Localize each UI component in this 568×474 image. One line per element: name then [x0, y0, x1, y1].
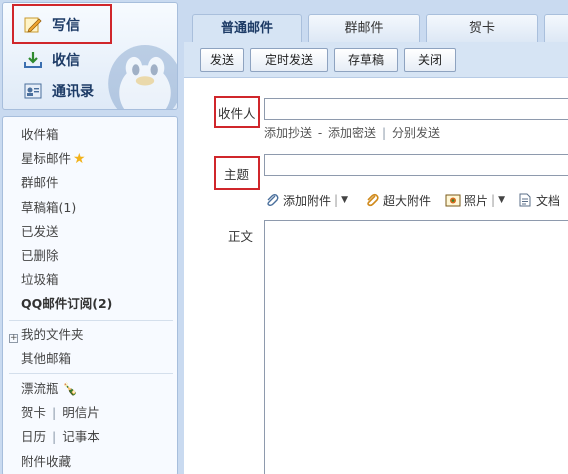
folder-list: 收件箱 星标邮件 ★ 群邮件 草稿箱(1) 已发送 已删除 垃圾箱 QQ邮件订阅(… — [21, 123, 112, 317]
address-book-icon — [23, 82, 43, 100]
large-attachment-button[interactable]: 超大附件 — [364, 192, 431, 209]
calendar-row: 日历 | 记事本 — [21, 429, 100, 445]
calendar-link[interactable]: 日历 — [21, 429, 46, 444]
save-draft-button[interactable]: 存草稿 — [334, 48, 398, 72]
postcard-link[interactable]: 明信片 — [62, 405, 100, 420]
tab-bar: 普通邮件 群邮件 贺卡 — [184, 0, 568, 42]
tab-more[interactable] — [544, 14, 568, 42]
photo-icon — [445, 194, 461, 207]
tools-list: 漂流瓶 🍾 贺卡 | 明信片 日历 | 记事本 附件收藏 — [9, 377, 100, 474]
large-paperclip-icon — [367, 193, 379, 207]
attachment-toolbar: 添加附件 | ▼ 超大附件 照片 | ▼ 文档 — [264, 190, 560, 210]
expand-plus-icon[interactable]: + — [9, 334, 18, 343]
body-label: 正文 — [228, 229, 254, 244]
compose-highlight-box — [12, 4, 112, 44]
separate-send-link[interactable]: 分别发送 — [392, 126, 440, 140]
contacts-label: 通讯录 — [52, 84, 94, 100]
folder-spam[interactable]: 垃圾箱 — [21, 268, 112, 292]
drift-bottle-link[interactable]: 漂流瓶 🍾 — [9, 377, 100, 401]
recipient-highlight-box — [214, 96, 260, 128]
toolbar: 发送 定时发送 存草稿 关闭 — [184, 42, 568, 78]
document-button[interactable]: 文档 — [517, 192, 560, 209]
paperclip-icon — [267, 193, 279, 207]
folder-group-mail[interactable]: 群邮件 — [21, 171, 112, 195]
cards-row: 贺卡 | 明信片 — [21, 405, 100, 421]
photo-dropdown-icon[interactable]: ▼ — [498, 195, 505, 205]
add-cc-link[interactable]: 添加抄送 — [264, 126, 312, 140]
folder-sent[interactable]: 已发送 — [21, 220, 112, 244]
divider — [9, 320, 173, 321]
folder-starred[interactable]: 星标邮件 ★ — [21, 147, 112, 171]
folder-subscription[interactable]: QQ邮件订阅(2) — [21, 292, 112, 316]
folder-drafts[interactable]: 草稿箱(1) — [21, 196, 112, 220]
greeting-card-link[interactable]: 贺卡 — [21, 405, 46, 420]
photo-button[interactable]: 照片 — [445, 192, 488, 209]
scheduled-send-button[interactable]: 定时发送 — [250, 48, 328, 72]
add-attachment-button[interactable]: 添加附件 — [264, 192, 331, 209]
subject-highlight-box — [214, 156, 260, 190]
bottle-icon: 🍾 — [62, 382, 78, 396]
star-icon: ★ — [73, 151, 86, 168]
qq-penguin-icon — [108, 44, 177, 109]
inbox-label: 收信 — [52, 53, 80, 69]
notepad-link[interactable]: 记事本 — [62, 429, 100, 444]
folder-panel: 收件箱 星标邮件 ★ 群邮件 草稿箱(1) 已发送 已删除 垃圾箱 QQ邮件订阅(… — [2, 116, 178, 474]
attachment-favorites-link[interactable]: 附件收藏 — [9, 450, 100, 474]
inbox-button[interactable]: 收信 — [23, 46, 80, 74]
inbox-download-icon — [23, 51, 43, 69]
tab-group-mail[interactable]: 群邮件 — [308, 14, 420, 42]
my-folders-toggle[interactable]: + 我的文件夹 — [9, 323, 84, 347]
compose-main: 普通邮件 群邮件 贺卡 发送 定时发送 存草稿 关闭 收件人 添加抄送 - 添加… — [184, 0, 568, 474]
folder-deleted[interactable]: 已删除 — [21, 244, 112, 268]
document-icon — [519, 193, 531, 207]
cc-links: 添加抄送 - 添加密送 | 分别发送 — [264, 126, 441, 140]
divider — [9, 373, 173, 374]
folder-inbox[interactable]: 收件箱 — [21, 123, 112, 147]
other-mailbox-link[interactable]: 其他邮箱 — [9, 347, 84, 371]
tab-greeting-card[interactable]: 贺卡 — [426, 14, 538, 42]
contacts-button[interactable]: 通讯录 — [23, 77, 94, 105]
attachment-dropdown-icon[interactable]: ▼ — [341, 195, 348, 205]
tab-normal-mail[interactable]: 普通邮件 — [192, 14, 302, 42]
close-button[interactable]: 关闭 — [404, 48, 456, 72]
sidebar: 写信 收信 通讯录 收件箱 星标邮件 ★ 群邮件 草稿箱(1) 已发送 已删除 … — [0, 0, 180, 474]
add-bcc-link[interactable]: 添加密送 — [328, 126, 376, 140]
subject-input[interactable] — [264, 154, 568, 176]
message-body-editor[interactable] — [264, 220, 568, 474]
send-button[interactable]: 发送 — [200, 48, 244, 72]
recipient-input[interactable] — [264, 98, 568, 120]
extra-folder-list: + 我的文件夹 其他邮箱 — [9, 323, 84, 371]
